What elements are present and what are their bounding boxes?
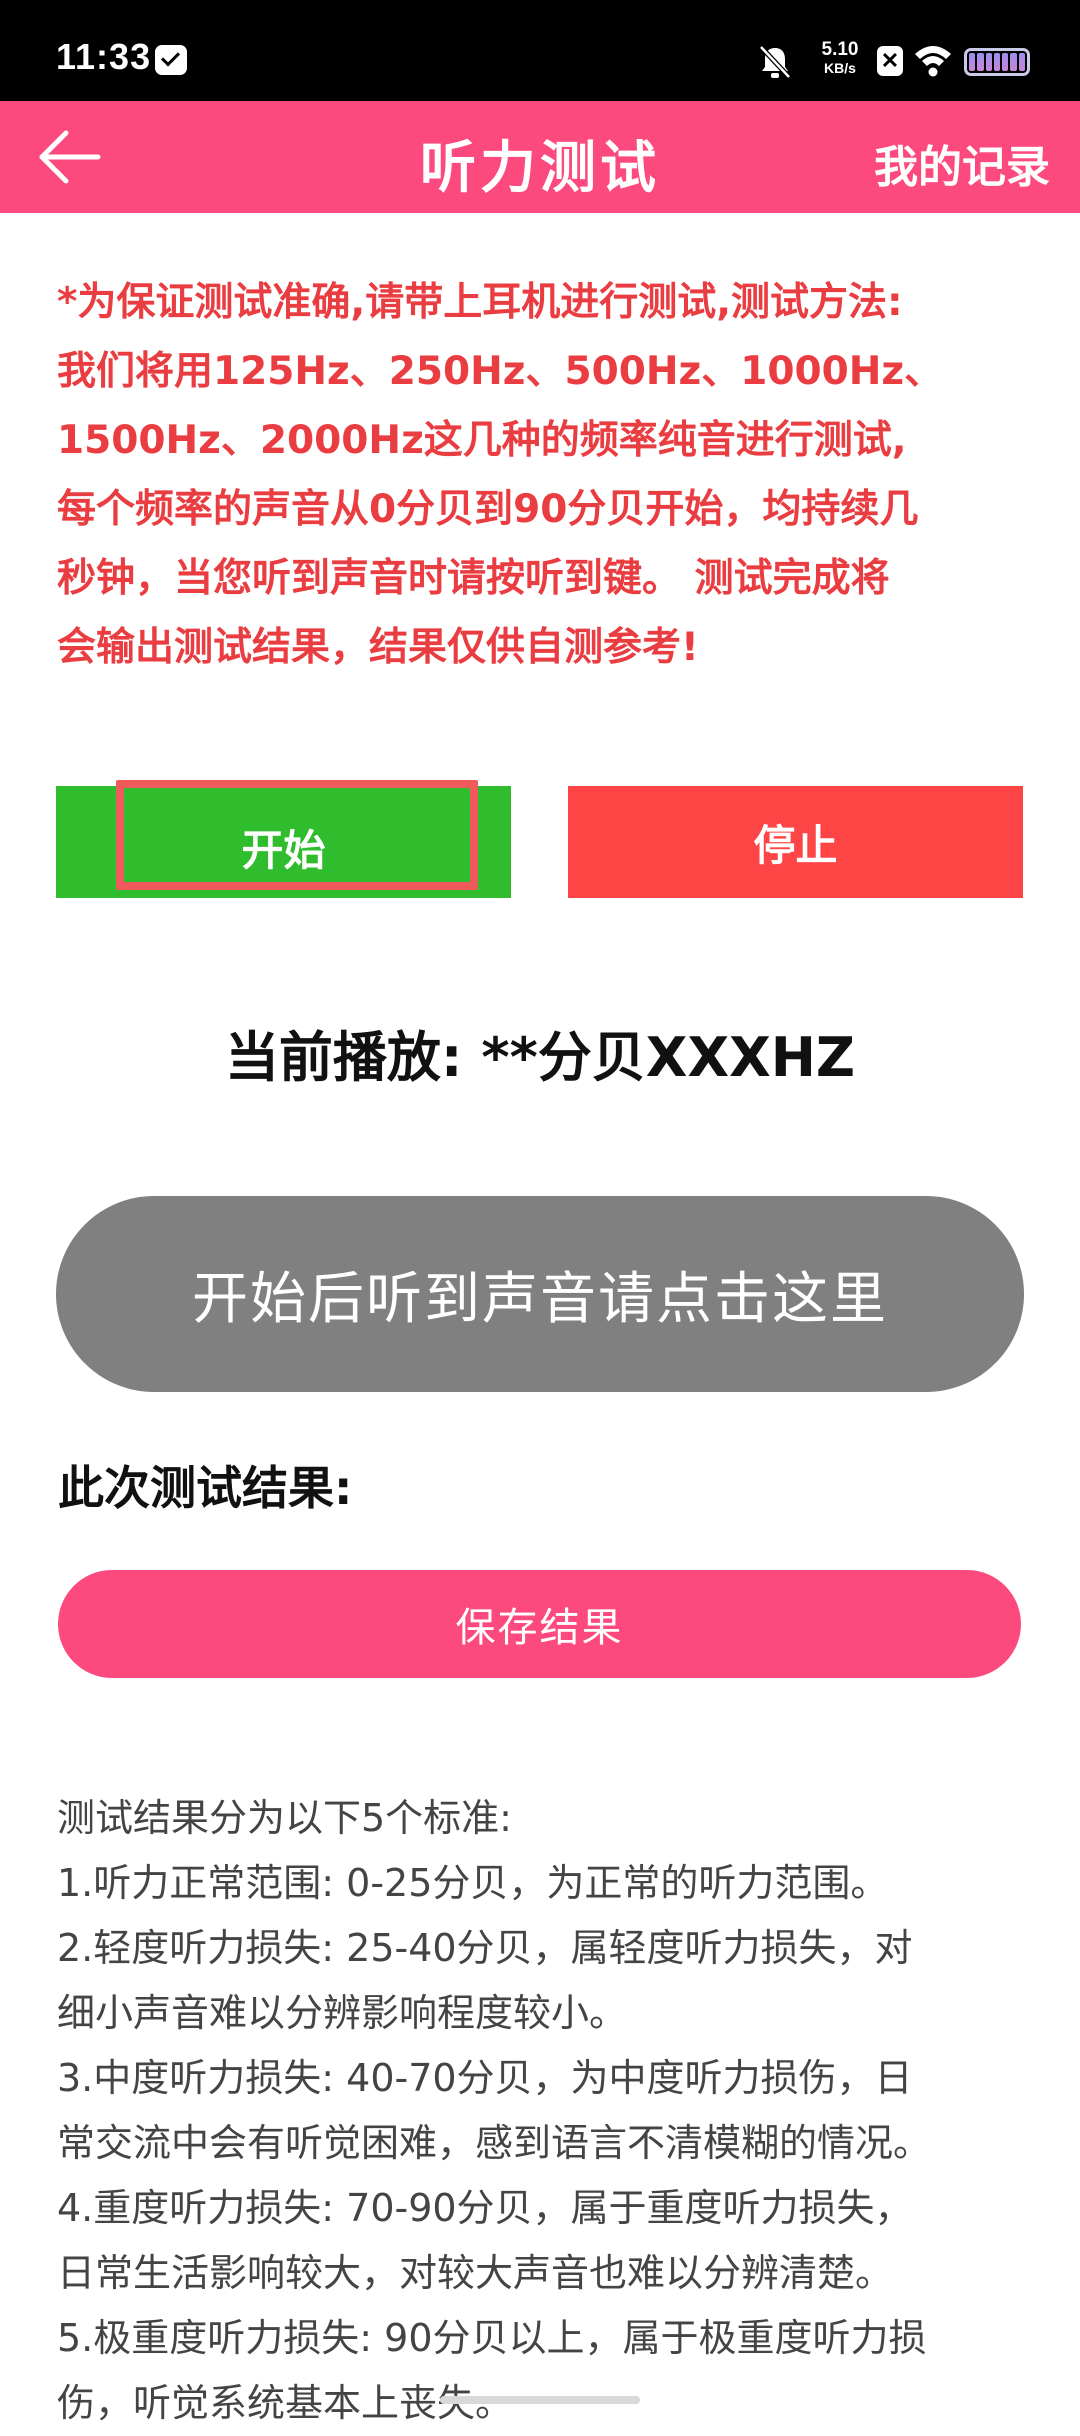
standards-line: 1.听力正常范围: 0-25分贝，为正常的听力范围。 (57, 1861, 889, 1905)
status-icons: 5.10 KB/s ✕ (680, 0, 1080, 101)
battery-icon (964, 48, 1030, 76)
network-speed-value: 5.10 (821, 39, 859, 60)
wifi-icon (915, 46, 951, 77)
bell-off-icon (759, 45, 791, 79)
stop-button[interactable]: 停止 (568, 786, 1023, 898)
my-records-button[interactable]: 我的记录 (874, 131, 1050, 195)
result-heading: 此次测试结果: (58, 1461, 353, 1515)
standards-line: 4.重度听力损失: 70-90分贝，属于重度听力损失， (57, 2186, 913, 2230)
start-button-label: 开始 (241, 826, 326, 875)
result-standards: 测试结果分为以下5个标准: 1.听力正常范围: 0-25分贝，为正常的听力范围。… (57, 1786, 1047, 2436)
status-time: 11:33 (56, 36, 152, 77)
home-indicator[interactable] (440, 2396, 640, 2404)
app-bar: 听力测试 我的记录 (0, 101, 1080, 213)
standards-line: 2.轻度听力损失: 25-40分贝，属轻度听力损失，对 (57, 1926, 913, 1970)
heard-sound-button[interactable]: 开始后听到声音请点击这里 (56, 1196, 1024, 1392)
standards-line: 日常生活影响较大，对较大声音也难以分辨清楚。 (57, 2251, 894, 2295)
network-speed: 5.10 KB/s (810, 40, 870, 75)
x-app-icon: ✕ (877, 46, 903, 76)
start-button[interactable]: 开始 (56, 780, 511, 898)
standards-line: 5.极重度听力损失: 90分贝以上，属于极重度听力损 (57, 2316, 927, 2360)
standards-line: 细小声音难以分辨影响程度较小。 (57, 1991, 628, 2035)
standards-line: 常交流中会有听觉困难，感到语言不清模糊的情况。 (57, 2121, 932, 2165)
network-speed-unit: KB/s (824, 60, 856, 76)
save-result-button[interactable]: 保存结果 (58, 1570, 1021, 1678)
standards-line: 3.中度听力损失: 40-70分贝，为中度听力损伤，日 (57, 2056, 913, 2100)
message-notification-icon (155, 45, 187, 75)
now-playing-label: 当前播放: **分贝XXXHZ (224, 1026, 856, 1089)
status-bar: 11:33 5.10 KB/s ✕ (0, 0, 1080, 101)
standards-line: 测试结果分为以下5个标准: (57, 1796, 512, 1840)
test-instructions: *为保证测试准确,请带上耳机进行测试,测试方法: 我们将用125Hz、250Hz… (57, 280, 944, 670)
